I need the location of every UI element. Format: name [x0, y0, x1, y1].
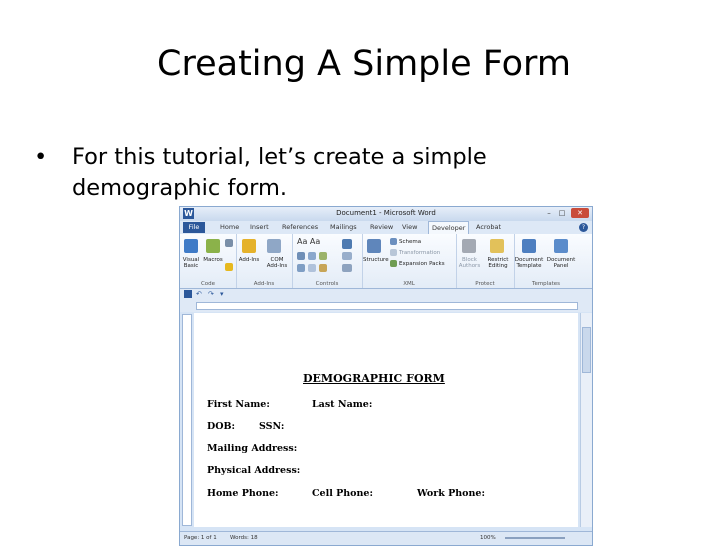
- ribbon: Visual Basic Macros Code Add-Ins COM Add…: [180, 234, 592, 289]
- save-icon[interactable]: [184, 290, 192, 298]
- minimize-button[interactable]: –: [544, 208, 554, 218]
- addins-icon[interactable]: [242, 239, 256, 253]
- dob-label: DOB:: [207, 421, 236, 432]
- form-heading: DEMOGRAPHIC FORM: [303, 372, 445, 385]
- mailing-address-label: Mailing Address:: [207, 443, 298, 454]
- ruler-strip: [196, 302, 578, 310]
- last-name-label: Last Name:: [312, 399, 373, 410]
- tab-developer[interactable]: Developer: [428, 221, 470, 235]
- ribbon-group-controls: Aa Aa Controls: [292, 234, 363, 288]
- redo-icon[interactable]: ↷: [208, 290, 214, 298]
- restrict-editing-icon[interactable]: [490, 239, 504, 253]
- expansion-packs-button[interactable]: Expansion Packs: [399, 261, 445, 267]
- document-template-icon[interactable]: [522, 239, 536, 253]
- horizontal-ruler[interactable]: [180, 300, 592, 312]
- combo-box-control-icon[interactable]: [308, 252, 316, 260]
- home-phone-label: Home Phone:: [207, 488, 279, 499]
- schema-icon[interactable]: [390, 238, 397, 245]
- group-label-code: Code: [200, 281, 216, 287]
- ribbon-group-code: Visual Basic Macros Code: [180, 234, 237, 288]
- physical-address-label: Physical Address:: [207, 465, 301, 476]
- bullet-marker: •: [34, 144, 48, 170]
- group-icon[interactable]: [342, 264, 352, 272]
- tab-mailings[interactable]: Mailings: [330, 223, 357, 231]
- com-addins-icon[interactable]: [267, 239, 281, 253]
- expansion-packs-icon[interactable]: [390, 260, 397, 267]
- tab-acrobat[interactable]: Acrobat: [476, 223, 501, 231]
- work-phone-label: Work Phone:: [417, 488, 485, 499]
- tab-review[interactable]: Review: [370, 223, 393, 231]
- block-authors-button[interactable]: Block Authors: [456, 257, 483, 269]
- vertical-ruler[interactable]: [182, 314, 192, 526]
- help-icon[interactable]: ?: [579, 223, 588, 232]
- tab-insert[interactable]: Insert: [250, 223, 269, 231]
- quick-access-toolbar: ↶ ↷ ▾: [180, 289, 592, 300]
- word-count[interactable]: Words: 18: [230, 535, 258, 541]
- slide-title: Creating A Simple Form: [157, 44, 571, 84]
- zoom-slider[interactable]: [505, 537, 565, 539]
- maximize-button[interactable]: □: [556, 208, 568, 218]
- block-authors-icon[interactable]: [462, 239, 476, 253]
- restrict-editing-button[interactable]: Restrict Editing: [484, 257, 512, 269]
- document-template-button[interactable]: Document Template: [514, 257, 544, 269]
- visual-basic-icon[interactable]: [184, 239, 198, 253]
- group-label-protect: Protect: [475, 281, 495, 287]
- document-panel-button[interactable]: Document Panel: [546, 257, 576, 269]
- ribbon-group-xml: Structure Schema Transformation Expansio…: [362, 234, 457, 288]
- dropdown-icon[interactable]: ▾: [220, 290, 224, 298]
- schema-button[interactable]: Schema: [399, 239, 421, 245]
- checkbox-control-icon[interactable]: [297, 252, 305, 260]
- structure-icon[interactable]: [367, 239, 381, 253]
- status-bar: Page: 1 of 1 Words: 18 100%: [180, 531, 592, 545]
- ssn-label: SSN:: [259, 421, 285, 432]
- tab-file[interactable]: File: [183, 222, 205, 233]
- macros-button[interactable]: Macros: [202, 257, 224, 263]
- tab-references[interactable]: References: [282, 223, 318, 231]
- design-mode-icon[interactable]: [342, 239, 352, 249]
- dropdown-control-icon[interactable]: [308, 264, 316, 272]
- group-label-addins: Add-Ins: [253, 281, 275, 287]
- picture-control-icon[interactable]: [319, 252, 327, 260]
- rich-text-control-icon[interactable]: Aa Aa: [297, 238, 320, 246]
- tab-view[interactable]: View: [402, 223, 417, 231]
- com-addins-button[interactable]: COM Add-Ins: [264, 257, 290, 269]
- building-block-control-icon[interactable]: [297, 264, 305, 272]
- ribbon-tabs: File Home Insert References Mailings Rev…: [180, 221, 592, 235]
- transformation-button[interactable]: Transformation: [399, 250, 440, 256]
- addins-button[interactable]: Add-Ins: [236, 257, 262, 263]
- group-label-templates: Templates: [532, 281, 560, 287]
- properties-icon[interactable]: [342, 252, 352, 260]
- macros-icon[interactable]: [206, 239, 220, 253]
- zoom-level[interactable]: 100%: [480, 535, 496, 541]
- window-title: Document1 - Microsoft Word: [336, 209, 436, 217]
- record-macro-icon[interactable]: [225, 239, 233, 247]
- legacy-tools-icon[interactable]: [319, 264, 327, 272]
- transformation-icon[interactable]: [390, 249, 397, 256]
- group-label-xml: XML: [403, 281, 415, 287]
- macro-security-icon[interactable]: [225, 263, 233, 271]
- structure-button[interactable]: Structure: [363, 257, 389, 263]
- ribbon-group-addins: Add-Ins COM Add-Ins Add-Ins: [236, 234, 293, 288]
- ribbon-group-templates: Document Template Document Panel Templat…: [514, 234, 578, 288]
- title-bar: W Document1 - Microsoft Word – □ ✕: [180, 207, 592, 221]
- undo-icon[interactable]: ↶: [196, 290, 202, 298]
- cell-phone-label: Cell Phone:: [312, 488, 373, 499]
- first-name-label: First Name:: [207, 399, 270, 410]
- bullet-text: For this tutorial, let’s create a simple…: [72, 144, 487, 201]
- close-button[interactable]: ✕: [571, 208, 589, 218]
- group-label-controls: Controls: [315, 281, 339, 287]
- visual-basic-button[interactable]: Visual Basic: [180, 257, 202, 269]
- ribbon-group-protect: Block Authors Restrict Editing Protect: [456, 234, 515, 288]
- scrollbar-thumb[interactable]: [582, 327, 591, 373]
- vertical-scrollbar[interactable]: [580, 313, 592, 527]
- page-count[interactable]: Page: 1 of 1: [184, 535, 217, 541]
- tab-home[interactable]: Home: [220, 223, 239, 231]
- document-panel-icon[interactable]: [554, 239, 568, 253]
